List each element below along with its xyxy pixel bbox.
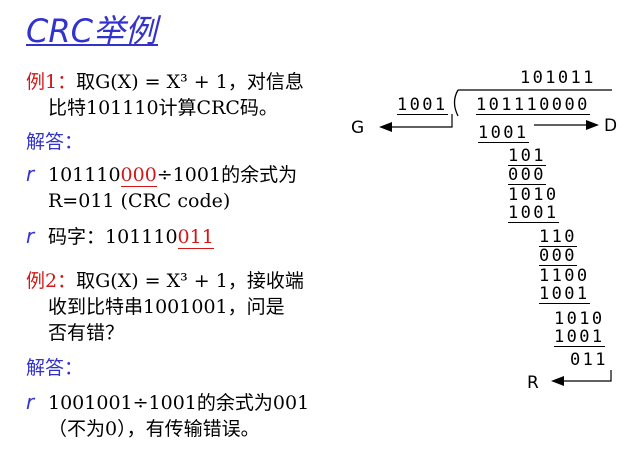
division-step: 1001 — [478, 123, 529, 143]
division-step: 1001 — [554, 327, 605, 347]
divisor: 1001 — [397, 95, 448, 115]
label-d: D — [604, 116, 618, 136]
d-arrow-head — [586, 120, 599, 130]
division-step: 1010 — [508, 185, 559, 205]
g-arrow-line — [392, 114, 453, 128]
quotient: 101011 — [520, 68, 596, 88]
division-step: 1100 — [539, 266, 590, 286]
division-step: 011 — [570, 350, 608, 370]
division-step: 000 — [508, 165, 546, 185]
label-r: R — [527, 373, 539, 393]
division-step: 1010 — [554, 309, 605, 329]
division-step: 101 — [508, 146, 546, 166]
division-bracket — [453, 89, 459, 117]
g-arrow-head — [379, 122, 392, 132]
dividend: 101110000 — [476, 95, 590, 115]
division-step: 000 — [539, 246, 577, 266]
division-step: 1001 — [508, 203, 559, 223]
label-g: G — [351, 118, 365, 138]
division-step: 110 — [539, 227, 577, 247]
r-arrow-line — [564, 370, 612, 382]
division-step: 1001 — [539, 284, 590, 304]
r-arrow-head — [551, 376, 564, 386]
